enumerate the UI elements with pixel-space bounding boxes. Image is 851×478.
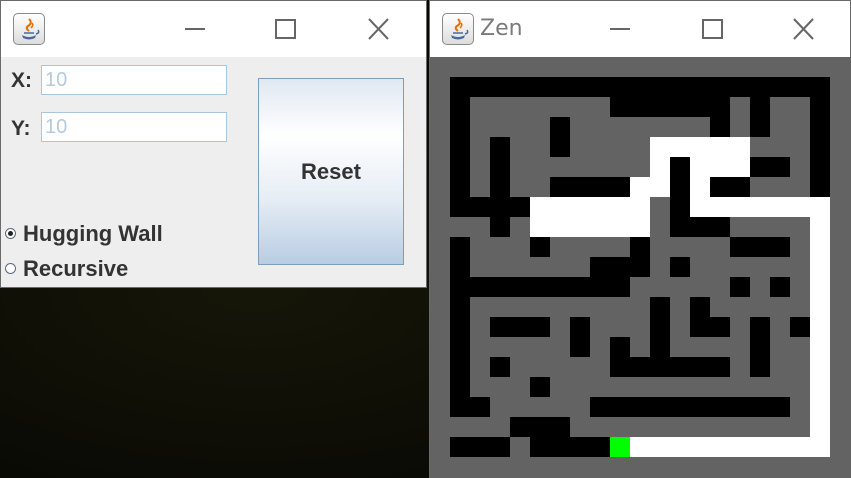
maze-wall [470, 257, 590, 277]
maze-wall [790, 337, 810, 417]
radio-selected-dot [8, 231, 13, 236]
x-input[interactable] [41, 65, 227, 95]
close-icon [368, 18, 389, 40]
maze-wall [550, 317, 570, 377]
solution-path-segment [530, 197, 550, 237]
solution-path-segment [630, 177, 670, 197]
solution-path-segment [710, 157, 730, 177]
maze-wall [590, 137, 610, 177]
radio-recursive[interactable]: Recursive [5, 256, 195, 282]
maze-wall [750, 257, 770, 317]
x-label: X: [11, 69, 32, 92]
maze-wall [490, 377, 510, 437]
maze-wall [590, 297, 610, 337]
maze-wall [550, 157, 590, 177]
minimize-icon [610, 28, 630, 30]
maze-wall [790, 97, 810, 177]
solution-path-segment [810, 197, 830, 457]
maze-window-titlebar[interactable]: Zen [430, 1, 850, 57]
y-input[interactable] [41, 112, 227, 142]
maze-wall [510, 177, 550, 197]
radio-hugging-wall[interactable]: Hugging Wall [5, 221, 195, 247]
maximize-icon [275, 19, 296, 39]
maze-wall [570, 357, 590, 417]
maze-wall [770, 97, 790, 157]
solution-path-segment [590, 197, 630, 217]
maze-grid [450, 77, 830, 457]
maze-wall [730, 297, 750, 377]
minimize-button[interactable] [600, 11, 640, 47]
control-window: X: Y: Reset Hugging Wall Recursive [0, 0, 427, 288]
control-window-titlebar[interactable] [1, 1, 426, 57]
maze-wall [650, 197, 670, 277]
maze-wall [510, 437, 530, 457]
current-position-cell [610, 437, 630, 457]
maze-wall [570, 417, 810, 437]
maze-wall [530, 97, 610, 117]
minimize-button[interactable] [175, 11, 215, 47]
maze-wall [590, 337, 610, 397]
maze-wall [470, 317, 490, 397]
maze-wall [490, 97, 510, 137]
maze-wall [750, 217, 790, 237]
close-icon [793, 18, 814, 40]
maze-wall [510, 97, 530, 177]
maze-wall [510, 217, 530, 257]
maze-wall [670, 277, 690, 357]
solution-path-segment [630, 197, 650, 237]
radio-button-icon[interactable] [5, 228, 16, 239]
maze-wall [770, 357, 790, 397]
y-label: Y: [11, 117, 31, 140]
maze-window: Zen [429, 0, 851, 478]
radio-button-icon[interactable] [5, 263, 16, 274]
solution-path-segment [550, 197, 570, 217]
maximize-button[interactable] [265, 11, 305, 47]
maze-canvas[interactable] [430, 57, 851, 478]
maze-wall [450, 217, 490, 237]
maze-wall [730, 97, 750, 137]
maze-wall [710, 237, 730, 317]
solution-path-segment [730, 137, 750, 177]
maze-wall [470, 117, 490, 197]
maze-wall [690, 337, 730, 357]
maze-wall [610, 377, 770, 397]
maze-wall [630, 297, 650, 357]
maze-wall [530, 117, 550, 177]
reset-button[interactable]: Reset [258, 78, 404, 265]
solution-path-segment [690, 197, 830, 217]
maximize-icon [702, 19, 723, 39]
close-button[interactable] [783, 11, 823, 47]
radio-label: Hugging Wall [23, 221, 163, 246]
maze-wall [750, 177, 810, 197]
window-title: Zen [480, 16, 523, 41]
close-button[interactable] [358, 11, 398, 47]
maze-wall [610, 157, 650, 177]
maze-wall [550, 377, 570, 417]
java-icon [442, 13, 474, 45]
minimize-icon [185, 28, 205, 30]
solution-path-segment [630, 437, 830, 457]
maximize-button[interactable] [692, 11, 732, 47]
java-icon [13, 13, 45, 45]
radio-label: Recursive [23, 256, 129, 281]
maze-wall [510, 357, 530, 417]
